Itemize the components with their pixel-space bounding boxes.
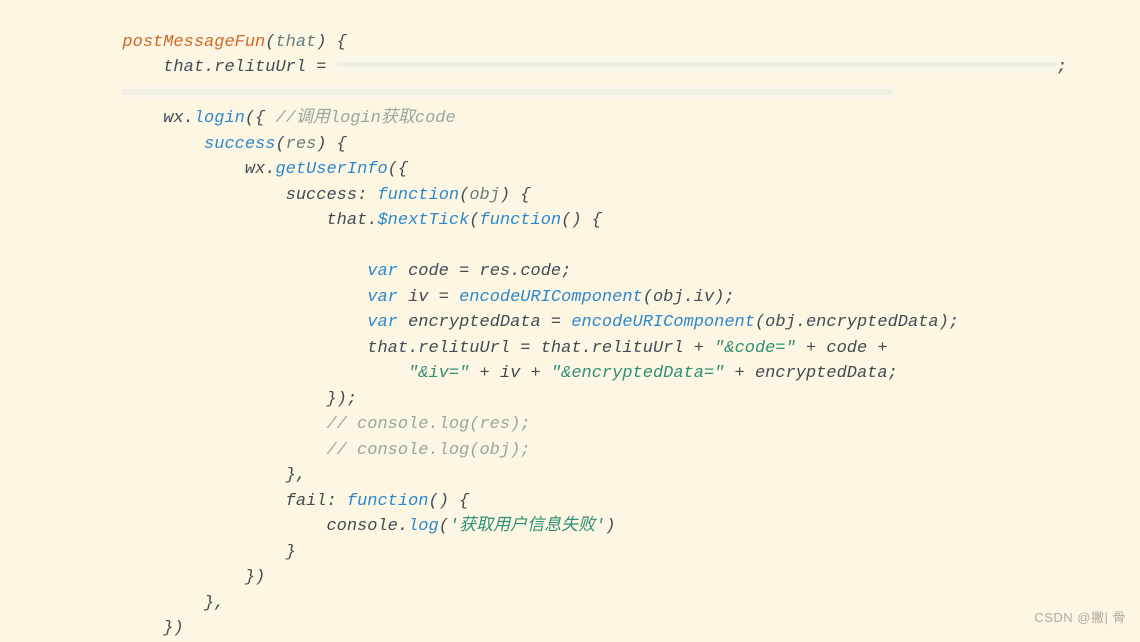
- redacted-line: [122, 83, 892, 101]
- code-block: postMessageFun(that) { that.relituUrl = …: [0, 0, 1140, 642]
- watermark: CSDN @撇| 骨: [1034, 605, 1126, 631]
- redacted: [337, 56, 1057, 73]
- fn-name: postMessageFun: [122, 33, 265, 52]
